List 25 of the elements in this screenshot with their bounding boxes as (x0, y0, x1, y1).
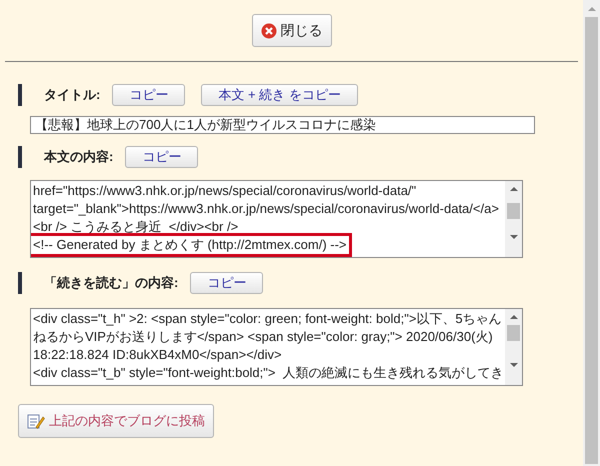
post-button[interactable]: 上記の内容でブログに投稿 (18, 404, 214, 438)
copy-button[interactable]: 本文 + 続き をコピー (201, 84, 358, 106)
code-line: target="_blank">https://www3.nhk.or.jp/news/special/coronavirus/world-data/</a> (33, 200, 499, 218)
section-label: 本文の内容: (44, 148, 114, 166)
copy-button[interactable]: コピー (190, 272, 264, 294)
section-marker (18, 84, 22, 106)
close-button[interactable]: 閉じる (252, 14, 332, 47)
copy-button[interactable]: コピー (125, 146, 198, 168)
text-area[interactable] (30, 308, 523, 386)
code-line: ねるからVIPがお送りします</span> <span style="color: gray;"> 2020/06/30(火) (33, 328, 493, 346)
code-line: href="https://www3.nhk.or.jp/news/special/coronavirus/world-data/" (33, 182, 416, 200)
code-line: <br /> こうみると身近 </div><br /> (33, 218, 238, 236)
code-line: <!-- Generated by まとめくす (http://2mtmex.com/) --> (31, 236, 349, 254)
code-line: <div class="t_b" style="font-weight:bold;"> 人類の絶滅にも生き残れる気がしてき (33, 364, 504, 382)
code-line: <div class="t_h" >2: <span style="color: green; font-weight: bold;">以下、5ちゃん (33, 310, 502, 328)
copy-button[interactable]: コピー (112, 84, 186, 106)
section-marker (18, 272, 22, 294)
close-icon (260, 22, 276, 38)
code-line: 18:22:18.824 ID:8ukXB4xM0</span></div> (33, 346, 282, 364)
notepad-pen-icon (27, 412, 45, 430)
section-label: 「続きを読む」の内容: (44, 274, 178, 292)
section-marker (18, 146, 22, 168)
section-label: タイトル: (44, 86, 100, 104)
text-area[interactable] (30, 180, 523, 258)
title-field[interactable]: 【悲報】地球上の700人に1人が新型ウイルスコロナに感染 (30, 116, 535, 134)
